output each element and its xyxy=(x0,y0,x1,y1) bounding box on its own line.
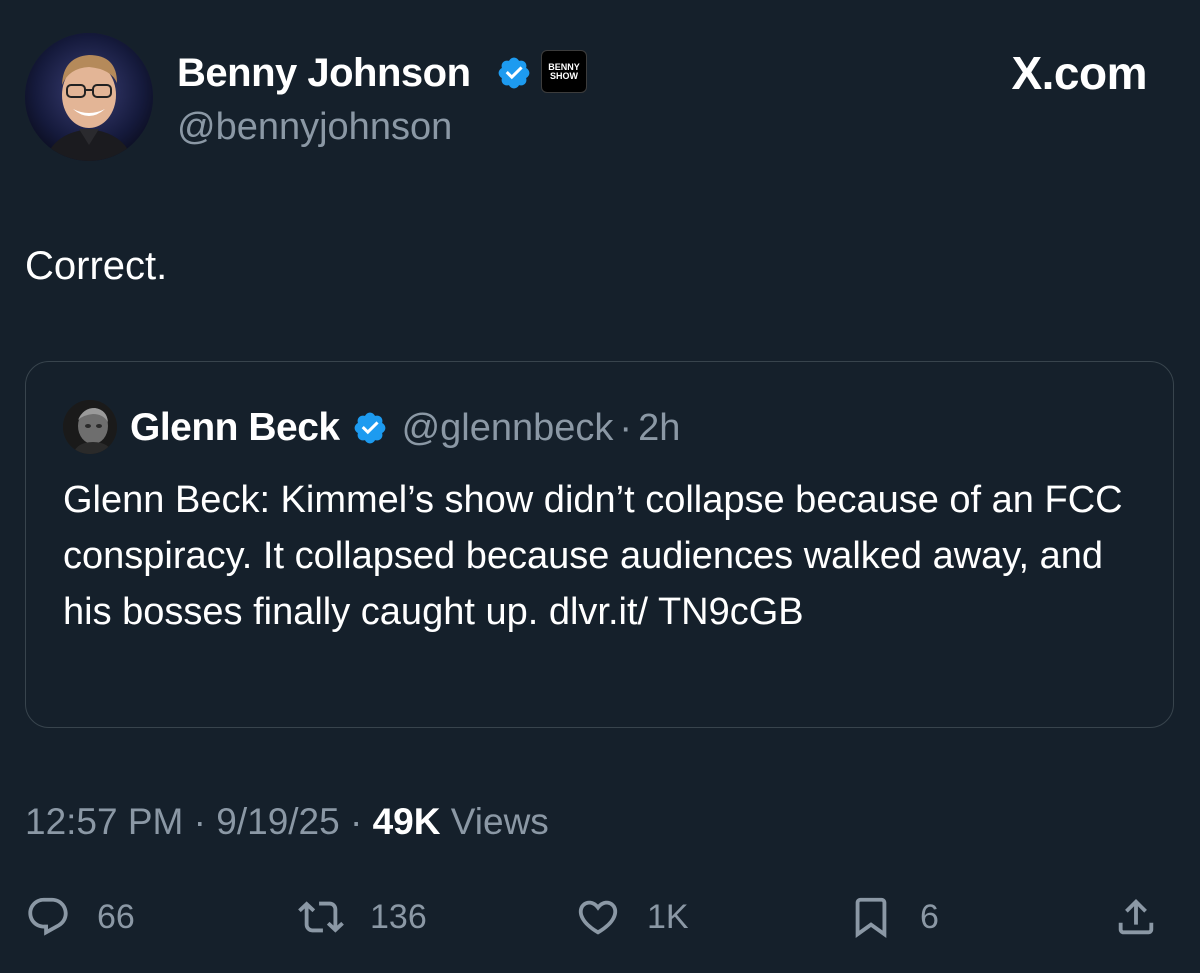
bookmark-count: 6 xyxy=(920,897,939,936)
verified-badge-icon xyxy=(354,412,385,444)
quoted-tweet-text: Glenn Beck: Kimmel’s show didn’t collaps… xyxy=(63,479,1123,633)
share-button[interactable] xyxy=(1113,890,1159,944)
quoted-display-name[interactable]: Glenn Beck xyxy=(130,406,340,450)
tweet-date[interactable]: 9/19/25 xyxy=(216,801,339,842)
repost-icon xyxy=(298,901,344,933)
quoted-author-avatar[interactable] xyxy=(63,400,117,454)
quoted-separator: · xyxy=(619,406,633,449)
repost-button[interactable]: 136 xyxy=(298,890,427,944)
quoted-tweet-card[interactable]: Glenn Beck @glennbeck · 2h Glenn Beck: K… xyxy=(25,361,1174,728)
quoted-timestamp[interactable]: 2h xyxy=(638,407,680,450)
badge-line-2: SHOW xyxy=(550,70,578,81)
verified-badge-icon xyxy=(498,57,530,89)
meta-separator: · xyxy=(193,801,206,842)
author-avatar[interactable] xyxy=(25,33,153,161)
quoted-avatar-image xyxy=(63,400,117,454)
site-label: X.com xyxy=(1011,47,1147,99)
like-count: 1K xyxy=(647,897,689,936)
views-label: Views xyxy=(450,801,549,842)
tweet-text: Correct. xyxy=(25,244,168,288)
reply-count: 66 xyxy=(97,897,135,936)
tweet-time[interactable]: 12:57 PM xyxy=(25,801,183,842)
benny-show-badge[interactable]: BENNY SHOW xyxy=(541,50,587,93)
quoted-handle[interactable]: @glennbeck xyxy=(402,407,614,450)
quoted-tweet-header: Glenn Beck @glennbeck · 2h xyxy=(130,402,680,454)
author-avatar-image xyxy=(25,33,153,161)
action-bar: 66 136 1K 6 xyxy=(25,890,1175,944)
bookmark-button[interactable]: 6 xyxy=(848,890,939,944)
like-button[interactable]: 1K xyxy=(575,890,689,944)
views-count: 49K xyxy=(372,801,441,842)
share-icon xyxy=(1118,898,1154,935)
heart-icon xyxy=(578,900,618,935)
tweet-meta: 12:57 PM · 9/19/25 · 49K Views xyxy=(25,798,549,846)
author-display-name[interactable]: Benny Johnson xyxy=(177,50,471,96)
meta-separator: · xyxy=(350,801,363,842)
bookmark-icon xyxy=(855,897,887,938)
reply-icon xyxy=(28,897,68,936)
author-handle[interactable]: @bennyjohnson xyxy=(177,104,452,150)
reply-button[interactable]: 66 xyxy=(25,890,135,944)
repost-count: 136 xyxy=(370,897,427,936)
